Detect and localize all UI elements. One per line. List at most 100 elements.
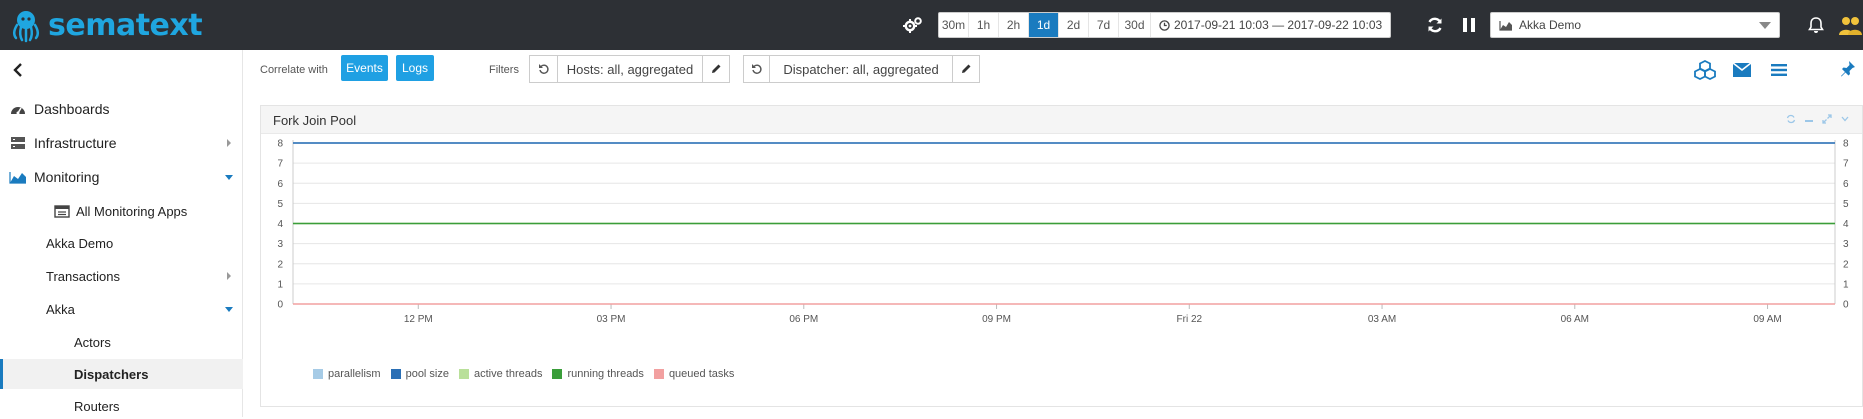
y-tick-label-left: 2	[277, 259, 283, 270]
time-btn-7d[interactable]: 7d	[1089, 13, 1119, 37]
time-range-picker[interactable]: 2017-09-21 10:03 — 2017-09-22 10:03	[1151, 13, 1390, 37]
user-group-avatar-icon[interactable]	[1838, 12, 1862, 38]
time-btn-2d[interactable]: 2d	[1059, 13, 1089, 37]
app-select-dropdown[interactable]: Akka Demo	[1490, 12, 1780, 38]
sidebar-item-dashboards[interactable]: Dashboards	[0, 96, 243, 122]
panel-expand-icon[interactable]	[1822, 114, 1832, 124]
panel-title: Fork Join Pool	[273, 113, 357, 128]
sidebar-item-label: All Monitoring Apps	[76, 203, 188, 219]
legend-label: parallelism	[328, 368, 381, 380]
sematext-logo[interactable]: sematext	[8, 6, 203, 44]
dispatcher-filter: Dispatcher: all, aggregated	[743, 55, 980, 83]
logs-button[interactable]: Logs	[396, 55, 434, 81]
sidebar-item-all-monitoring-apps[interactable]: All Monitoring Apps	[0, 198, 243, 224]
time-btn-30m[interactable]: 30m	[939, 13, 969, 37]
sidebar-item-label: Routers	[74, 398, 120, 414]
x-tick-label: 06 AM	[1561, 314, 1589, 325]
legend-item-pool-size[interactable]: pool size	[390, 368, 449, 380]
brand-name: sematext	[48, 7, 203, 43]
legend-label: pool size	[405, 368, 449, 380]
sidebar-item-akka-demo[interactable]: Akka Demo	[0, 230, 243, 256]
fork-join-pool-chart: 0 0 1 1 2 2 3 3 4 4 5 5 6 6 7 7 8 8 12 PM 03 PM 06 PM 09 PM Fr…	[277, 139, 1849, 326]
clock-icon	[1159, 19, 1170, 31]
server-icon	[11, 137, 25, 149]
area-chart-icon	[1499, 20, 1512, 31]
y-tick-label-left: 1	[277, 279, 283, 290]
legend-item-active-threads[interactable]: active threads	[459, 368, 542, 380]
chevron-right-icon	[227, 139, 231, 147]
panel-actions	[1786, 114, 1850, 124]
time-btn-30d[interactable]: 30d	[1119, 13, 1151, 37]
panel-header: Fork Join Pool	[261, 106, 1862, 134]
y-tick-label-right: 2	[1843, 259, 1849, 270]
sidebar-item-label: Dispatchers	[74, 366, 149, 382]
bell-icon[interactable]	[1805, 14, 1827, 36]
sidebar-item-label: Transactions	[46, 268, 120, 284]
hosts-filter: Hosts: all, aggregated	[529, 55, 730, 83]
panel-minimize-icon[interactable]	[1804, 114, 1814, 124]
legend-label: running threads	[567, 368, 644, 380]
y-tick-label-right: 5	[1843, 199, 1849, 210]
hosts-filter-value[interactable]: Hosts: all, aggregated	[558, 56, 703, 82]
x-tick-label: 03 AM	[1368, 314, 1396, 325]
menu-list-icon[interactable]	[1767, 59, 1791, 81]
y-tick-label-right: 7	[1843, 159, 1849, 170]
collapse-sidebar-icon[interactable]	[10, 62, 26, 78]
edit-dispatcher-filter-pencil-icon[interactable]	[953, 56, 979, 82]
legend-label: queued tasks	[668, 368, 735, 380]
y-tick-label-right: 1	[1843, 279, 1849, 290]
cubes-icon[interactable]	[1693, 59, 1717, 81]
y-tick-label-left: 5	[277, 199, 283, 210]
fork-join-pool-panel: Fork Join Pool 0 0 1 1 2 2 3 3 4 4 5 5 6 6 7 7 8 8 12 PM 03…	[260, 105, 1863, 407]
sidebar-item-actors[interactable]: Actors	[0, 329, 243, 355]
y-tick-label-left: 6	[277, 179, 283, 190]
area-chart-icon	[9, 171, 26, 184]
edit-hosts-filter-pencil-icon[interactable]	[703, 56, 729, 82]
y-tick-label-left: 8	[277, 139, 283, 150]
y-tick-label-right: 3	[1843, 239, 1849, 250]
pin-icon[interactable]	[1838, 58, 1858, 80]
sidebar-item-transactions[interactable]: Transactions	[0, 263, 243, 289]
chevron-right-icon	[227, 272, 231, 280]
panel-refresh-icon[interactable]	[1786, 114, 1796, 124]
pause-icon[interactable]	[1458, 14, 1480, 36]
time-btn-1d[interactable]: 1d	[1029, 13, 1059, 37]
apps-list-icon	[54, 204, 70, 218]
dashboard-icon	[11, 107, 25, 115]
legend-item-parallelism[interactable]: parallelism	[313, 368, 381, 380]
x-tick-label: 06 PM	[789, 314, 818, 325]
time-range-selector: 30m 1h 2h 1d 2d 7d 30d 2017-09-21 10:03 …	[938, 12, 1392, 38]
sidebar-item-akka[interactable]: Akka	[0, 296, 243, 322]
y-tick-label-left: 7	[277, 159, 283, 170]
events-button[interactable]: Events	[341, 55, 388, 81]
panel-chevron-down-icon[interactable]	[1840, 114, 1850, 124]
top-bar: sematext 30m 1h 2h 1d 2d 7d 30d 2017-09-…	[0, 0, 1863, 50]
x-tick-label: 03 PM	[597, 314, 626, 325]
sidebar-item-monitoring[interactable]: Monitoring	[0, 164, 243, 190]
chevron-down-icon	[225, 174, 233, 180]
reset-hosts-filter-icon[interactable]	[530, 56, 558, 82]
legend-item-running-threads[interactable]: running threads	[552, 368, 644, 380]
refresh-icon[interactable]	[1424, 14, 1446, 36]
y-tick-label-right: 8	[1843, 139, 1849, 150]
dispatcher-filter-value[interactable]: Dispatcher: all, aggregated	[770, 56, 953, 82]
legend-swatch	[552, 369, 563, 379]
sidebar: Dashboards Infrastructure Monitoring All…	[0, 50, 243, 417]
sidebar-item-label: Akka	[46, 301, 75, 317]
sidebar-item-infrastructure[interactable]: Infrastructure	[0, 130, 243, 156]
y-tick-label-right: 6	[1843, 179, 1849, 190]
x-tick-label: 12 PM	[404, 314, 433, 325]
sidebar-item-dispatchers[interactable]: Dispatchers	[0, 359, 243, 389]
reset-dispatcher-filter-icon[interactable]	[744, 56, 770, 82]
correlate-label: Correlate with	[260, 64, 328, 76]
time-btn-1h[interactable]: 1h	[969, 13, 999, 37]
legend-swatch	[653, 369, 664, 379]
time-btn-2h[interactable]: 2h	[999, 13, 1029, 37]
filter-toolbar: Correlate with Events Logs Filters Hosts…	[244, 50, 1863, 90]
settings-gears-icon[interactable]	[902, 14, 924, 36]
sidebar-item-routers[interactable]: Routers	[0, 393, 243, 419]
y-tick-label-left: 4	[277, 219, 283, 230]
legend-item-queued-tasks[interactable]: queued tasks	[653, 368, 735, 380]
sidebar-item-label: Monitoring	[34, 169, 100, 185]
envelope-icon[interactable]	[1730, 59, 1754, 81]
